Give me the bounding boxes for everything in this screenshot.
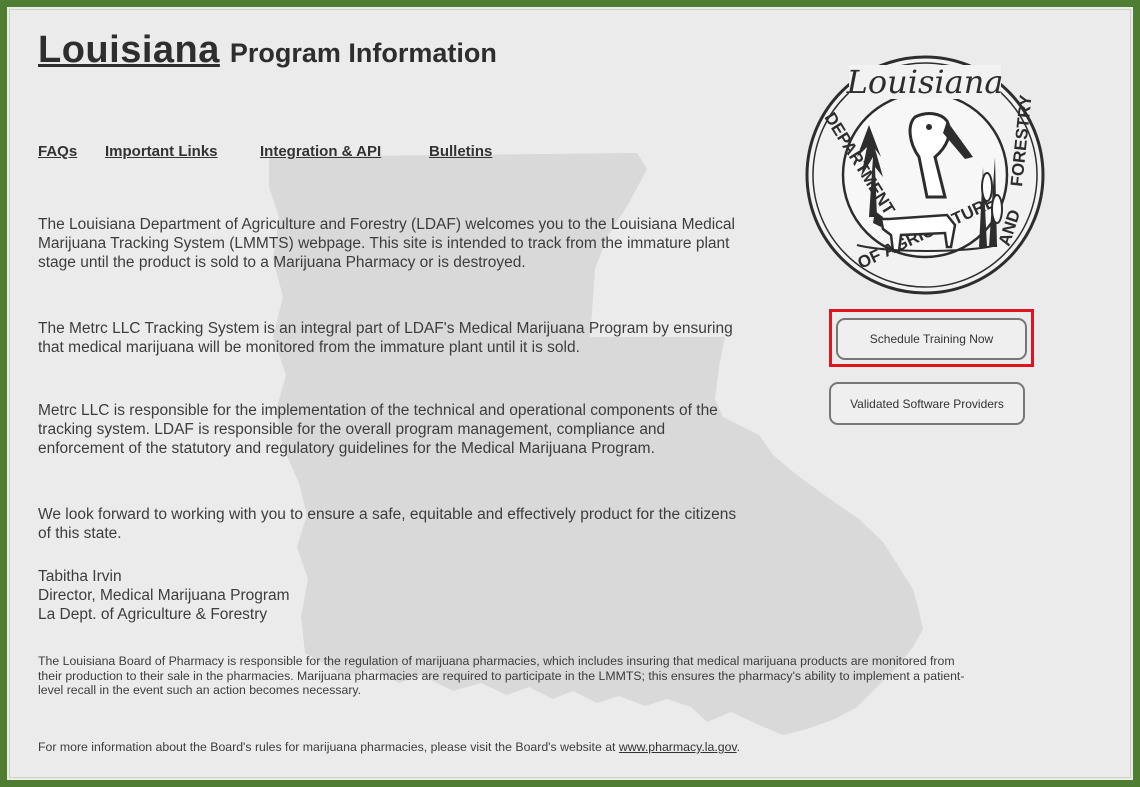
nav-link-important-links[interactable]: Important Links: [105, 143, 218, 160]
closing-paragraph: We look forward to working with you to e…: [38, 506, 737, 542]
signature-org: La Dept. of Agriculture & Forestry: [38, 606, 268, 623]
more-info-period: .: [736, 740, 741, 754]
signature-block: Tabitha Irvin Director, Medical Marijuan…: [38, 567, 738, 624]
ldaf-seal-icon: DEPARTMENT OF AGRICULTURE AND FORESTRY L…: [805, 55, 1045, 295]
signature-name: Tabitha Irvin: [38, 568, 122, 585]
nav-link-bulletins[interactable]: Bulletins: [429, 143, 492, 160]
more-info-text: For more information about the Board's r…: [38, 740, 619, 754]
nav-link-faqs[interactable]: FAQs: [38, 143, 77, 160]
program-info-panel: Louisiana Program Information FAQs Import…: [0, 0, 1140, 787]
page-title: Louisiana Program Information: [38, 29, 497, 72]
board-of-pharmacy-note: The Louisiana Board of Pharmacy is respo…: [38, 654, 965, 697]
more-info-line: For more information about the Board's r…: [38, 740, 968, 755]
title-louisiana: Louisiana: [38, 29, 220, 71]
nav-link-integration-api[interactable]: Integration & API: [260, 143, 381, 160]
pharmacy-website-link[interactable]: www.pharmacy.la.gov: [619, 740, 737, 754]
intro-paragraph: The Louisiana Department of Agriculture …: [38, 216, 735, 271]
signature-title: Director, Medical Marijuana Program: [38, 587, 290, 604]
metrc-paragraph: The Metrc LLC Tracking System is an inte…: [38, 320, 733, 356]
schedule-training-button[interactable]: Schedule Training Now: [836, 318, 1027, 360]
responsibility-paragraph: Metrc LLC is responsible for the impleme…: [38, 402, 718, 457]
title-program-information: Program Information: [229, 38, 497, 68]
svg-text:Louisiana: Louisiana: [846, 63, 1004, 101]
validated-software-providers-button[interactable]: Validated Software Providers: [829, 382, 1025, 425]
